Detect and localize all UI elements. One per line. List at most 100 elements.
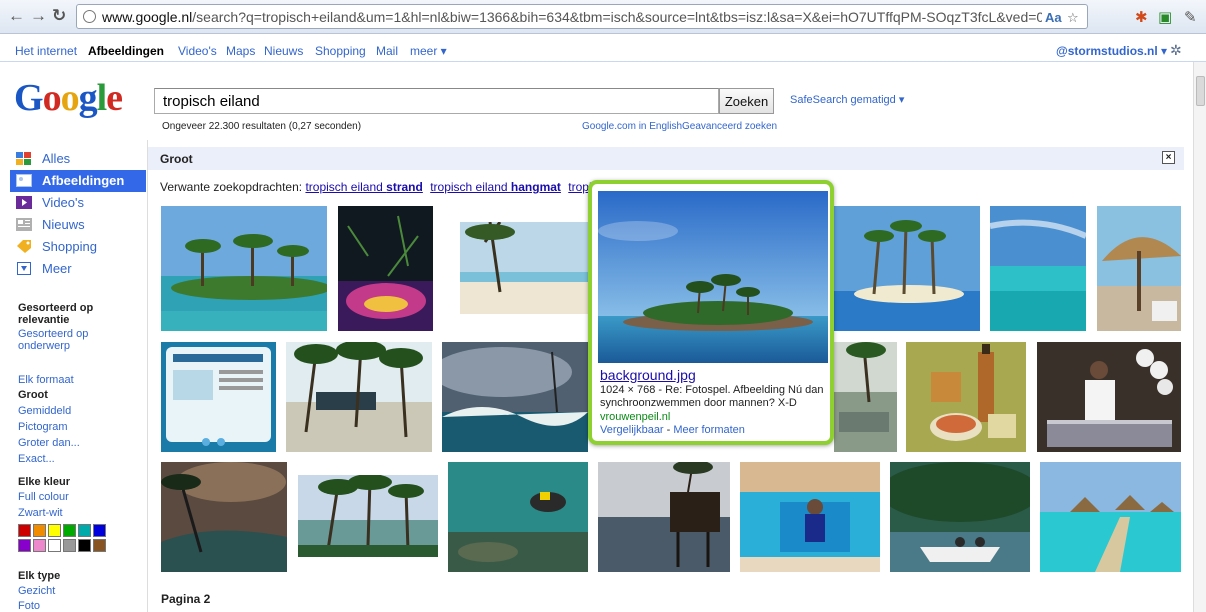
gbar-videos[interactable]: Video's [178,44,217,58]
preview-filename-link[interactable]: background.jpg [600,367,696,383]
advanced-search-link[interactable]: Geavanceerd zoeken [682,121,777,132]
preview-image[interactable] [598,191,828,363]
extension-icon[interactable]: ✱ [1135,8,1148,26]
image-thumbnail[interactable] [740,462,880,572]
all-results-icon [16,152,31,165]
sidebar-mode-label: Video's [42,195,84,210]
related-link-strand[interactable]: tropisch eiland strand [305,180,422,194]
color-swatch[interactable] [93,524,106,537]
gear-icon[interactable]: ✲ [1170,42,1182,59]
image-thumbnail[interactable] [161,462,287,572]
image-thumbnail[interactable] [834,342,897,452]
account-menu[interactable]: @stormstudios.nl ▾ [1056,44,1167,58]
forward-arrow-icon[interactable]: → [30,7,47,25]
sidebar-mode-all[interactable]: Alles [10,148,146,170]
similar-images-link[interactable]: Vergelijkbaar [600,424,664,436]
image-thumbnail[interactable] [906,342,1026,452]
gbar-mail[interactable]: Mail [376,44,398,58]
image-thumbnail[interactable] [286,342,432,452]
close-filter-icon[interactable]: × [1162,151,1175,164]
scrollbar-thumb[interactable] [1196,76,1205,106]
color-swatch[interactable] [48,539,61,552]
sidebar-mode-videos[interactable]: Video's [10,192,146,214]
globe-icon [83,10,96,23]
sidebar-mode-images[interactable]: Afbeeldingen [10,170,146,192]
color-swatch[interactable] [18,539,31,552]
color-swatch[interactable] [48,524,61,537]
image-thumbnail[interactable] [1040,462,1181,572]
image-thumbnail[interactable] [990,206,1086,331]
image-thumbnail[interactable] [460,222,590,314]
gbar-images[interactable]: Afbeeldingen [88,44,164,58]
sort-by-subject-link[interactable]: Gesorteerd op onderwerp [18,328,108,352]
gbar-news[interactable]: Nieuws [264,44,303,58]
address-bar[interactable]: www.google.nl/search?q=tropisch+eiland&u… [76,4,1088,29]
color-swatch[interactable] [63,539,76,552]
related-prefix: Verwante zoekopdrachten: [160,180,303,194]
sidebar-mode-shopping[interactable]: Shopping [10,236,146,258]
extension-square-icon[interactable]: ▣ [1158,8,1172,26]
search-input[interactable] [154,88,719,114]
preview-site: vrouwenpeil.nl [600,411,671,423]
gbar-shopping[interactable]: Shopping [315,44,366,58]
color-swatch[interactable] [63,524,76,537]
color-swatch[interactable] [33,524,46,537]
image-thumbnail[interactable] [834,206,980,331]
filter-label: Groot [160,152,193,166]
page-scrollbar[interactable] [1193,62,1206,612]
shopping-icon [17,240,31,253]
sidebar-mode-label: Nieuws [42,217,85,232]
english-link[interactable]: Google.com in English [582,121,682,132]
wrench-menu-icon[interactable]: ✎ [1184,8,1197,26]
preview-description: 1024 × 768 - Re: Fotospel. Afbeelding Nú… [600,384,824,409]
size-exact-link[interactable]: Exact... [18,453,55,465]
gbar-maps[interactable]: Maps [226,44,255,58]
color-swatch[interactable] [78,524,91,537]
star-bookmark-icon[interactable]: ☆ [1067,10,1079,26]
translate-icon[interactable]: Aa [1045,10,1062,25]
search-button[interactable]: Zoeken [719,88,774,114]
image-preview-card[interactable]: background.jpg 1024 × 768 - Re: Fotospel… [588,180,834,445]
image-thumbnail[interactable] [448,462,588,572]
back-arrow-icon[interactable]: ← [8,7,25,25]
size-icon-link[interactable]: Pictogram [18,421,68,433]
sidebar-mode-more[interactable]: Meer [10,258,146,280]
color-swatches [18,524,122,554]
image-thumbnail[interactable] [161,206,327,331]
google-logo[interactable]: Google [14,76,123,120]
type-face-link[interactable]: Gezicht [18,585,55,597]
image-thumbnail[interactable] [1097,206,1181,331]
related-link-hangmat[interactable]: tropisch eiland hangmat [430,180,561,194]
reload-icon[interactable]: ↻ [52,7,66,25]
safesearch-dropdown[interactable]: SafeSearch gematigd ▾ [790,93,904,106]
type-heading: Elk type [18,570,61,582]
black-white-link[interactable]: Zwart-wit [18,507,63,519]
size-medium-link[interactable]: Gemiddeld [18,405,71,417]
image-thumbnail[interactable] [298,475,438,557]
image-thumbnail[interactable] [161,342,276,452]
sidebar-mode-label: Afbeeldingen [42,173,125,188]
image-thumbnail[interactable] [1037,342,1181,452]
gbar-web[interactable]: Het internet [15,44,77,58]
color-swatch[interactable] [18,524,31,537]
image-thumbnail[interactable] [598,462,730,572]
gbar-more[interactable]: meer ▾ [410,44,447,58]
color-swatch[interactable] [33,539,46,552]
size-selected: Groot [18,389,48,401]
more-sizes-link[interactable]: Meer formaten [673,424,745,436]
color-heading: Elke kleur [18,476,70,488]
type-photo-link[interactable]: Foto [18,600,40,612]
size-larger-than-link[interactable]: Groter dan... [18,437,80,449]
color-swatch[interactable] [78,539,91,552]
filter-bar: Groot × [148,147,1184,170]
size-any-link[interactable]: Elk formaat [18,374,74,386]
full-colour-link[interactable]: Full colour [18,491,69,503]
browser-toolbar: ← → ↻ www.google.nl/search?q=tropisch+ei… [0,0,1206,34]
color-swatch[interactable] [93,539,106,552]
image-thumbnail[interactable] [338,206,433,331]
image-thumbnail[interactable] [442,342,588,452]
sidebar-mode-news[interactable]: Nieuws [10,214,146,236]
image-thumbnail[interactable] [890,462,1030,572]
sidebar-mode-label: Meer [42,261,72,276]
images-icon [16,174,32,187]
